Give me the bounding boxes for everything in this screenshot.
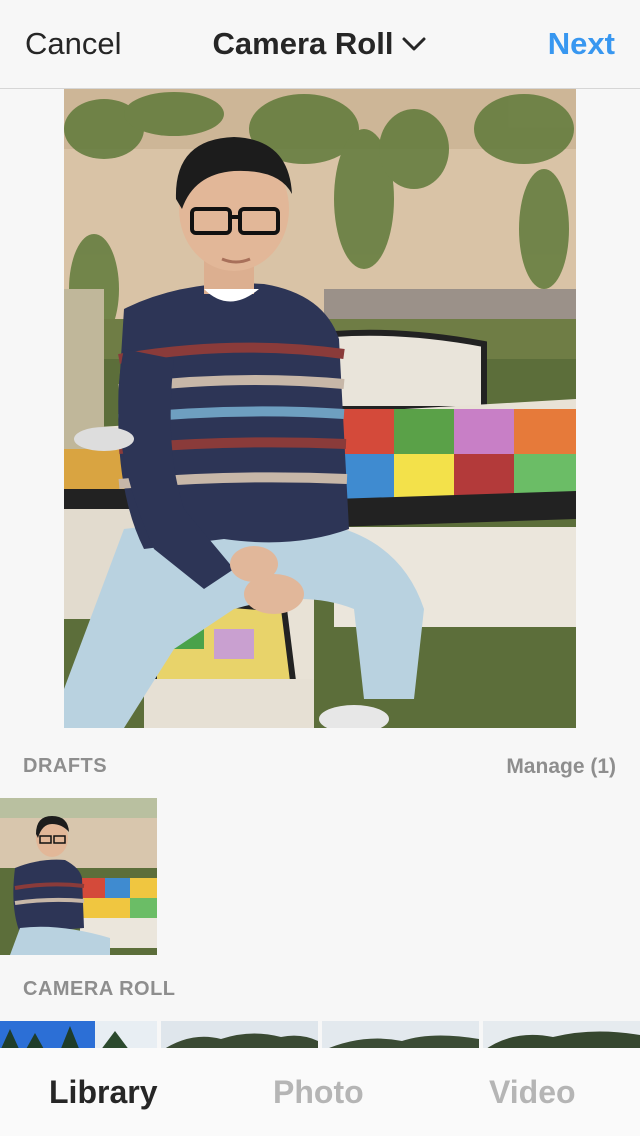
tab-photo[interactable]: Photo — [273, 1074, 364, 1111]
draft-thumbnail[interactable] — [0, 798, 157, 955]
camera-roll-thumbnail[interactable] — [0, 1021, 157, 1051]
preview-photo — [64, 89, 576, 728]
camera-roll-grid — [0, 1021, 640, 1051]
drafts-label: DRAFTS — [23, 755, 108, 777]
camera-roll-label: CAMERA ROLL — [23, 978, 176, 1000]
camera-roll-thumbnail[interactable] — [322, 1021, 479, 1051]
chevron-down-icon — [401, 25, 427, 61]
bottom-tab-bar: Library Photo Video — [0, 1048, 640, 1136]
album-selector[interactable]: Camera Roll — [0, 26, 640, 62]
camera-roll-thumbnail[interactable] — [483, 1021, 640, 1051]
thumbnail-photo — [483, 1021, 640, 1051]
photo-preview[interactable] — [64, 89, 576, 728]
top-bar: Cancel Camera Roll Next — [0, 0, 640, 89]
tab-video[interactable]: Video — [489, 1074, 576, 1111]
draft-photo — [0, 798, 157, 955]
camera-roll-thumbnail[interactable] — [161, 1021, 318, 1051]
tab-library[interactable]: Library — [49, 1074, 157, 1111]
thumbnail-photo — [0, 1021, 157, 1051]
thumbnail-photo — [322, 1021, 479, 1051]
next-button[interactable]: Next — [548, 26, 615, 62]
manage-drafts-button[interactable]: Manage (1) — [506, 755, 616, 779]
thumbnail-photo — [161, 1021, 318, 1051]
album-title: Camera Roll — [212, 26, 394, 61]
